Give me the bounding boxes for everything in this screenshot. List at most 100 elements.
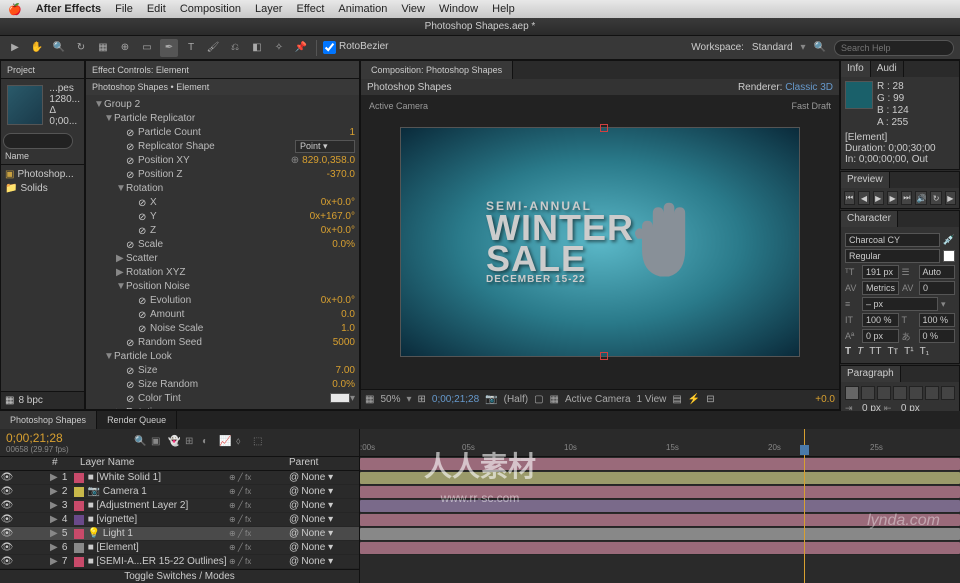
effect-property-row[interactable]: ▼Particle Look: [90, 349, 355, 363]
twirl-icon[interactable]: ▼: [116, 183, 126, 194]
label-color[interactable]: [74, 557, 84, 567]
label-color[interactable]: [74, 473, 84, 483]
menu-effect[interactable]: Effect: [296, 3, 324, 15]
toggle-switches-button[interactable]: Toggle Switches / Modes: [124, 571, 235, 582]
stopwatch-icon[interactable]: ⊘: [138, 296, 147, 305]
effect-property-row[interactable]: ⊘Size7.00: [90, 363, 355, 377]
workspace-dropdown[interactable]: Standard: [752, 42, 793, 53]
panbehind-tool-icon[interactable]: ⊕: [116, 39, 134, 57]
faux-bold-button[interactable]: T: [845, 346, 851, 357]
parent-dropdown[interactable]: None ▾: [301, 472, 333, 483]
first-frame-button[interactable]: ⏮: [844, 191, 855, 205]
parent-pickwhip-icon[interactable]: @: [289, 514, 299, 525]
effect-property-row[interactable]: ▶Scatter: [90, 251, 355, 265]
effect-property-row[interactable]: ⊘Position XY⊕829.0,358.0: [90, 153, 355, 167]
smallcaps-button[interactable]: Tᴛ: [887, 346, 898, 357]
superscript-button[interactable]: T¹: [904, 346, 913, 357]
effect-property-row[interactable]: ⊘Scale0.0%: [90, 237, 355, 251]
visibility-toggle[interactable]: 👁: [0, 514, 14, 525]
layer-switches[interactable]: ⊕ ╱ fx: [229, 501, 289, 510]
selection-tool-icon[interactable]: ▶: [6, 39, 24, 57]
project-item[interactable]: ▣Photoshop...: [3, 167, 82, 181]
baseline-input[interactable]: 0 px: [862, 329, 899, 343]
effect-property-row[interactable]: ⊘Amount0.0: [90, 307, 355, 321]
align-left-button[interactable]: [845, 386, 859, 400]
res-icon[interactable]: ⊞: [418, 394, 426, 405]
justify-last-right-button[interactable]: [925, 386, 939, 400]
next-frame-button[interactable]: ▶: [887, 191, 898, 205]
layer-row[interactable]: 👁▶5💡 Light 1⊕ ╱ fx@ None ▾: [0, 527, 359, 541]
parent-pickwhip-icon[interactable]: @: [289, 556, 299, 567]
current-time-indicator[interactable]: [804, 429, 805, 583]
project-tab[interactable]: Project: [1, 61, 84, 79]
property-value[interactable]: 0x+167.0°: [310, 211, 355, 222]
motion-blur-icon[interactable]: ◐: [202, 436, 216, 450]
effect-property-row[interactable]: ⊘Position Z-370.0: [90, 167, 355, 181]
justify-all-button[interactable]: [941, 386, 955, 400]
color-swatch[interactable]: [330, 393, 350, 403]
label-color[interactable]: [74, 515, 84, 525]
camera-tool-icon[interactable]: ▦: [94, 39, 112, 57]
effect-property-row[interactable]: ⊘Noise Scale1.0: [90, 321, 355, 335]
leading-input[interactable]: Auto: [919, 265, 956, 279]
comp-viewer[interactable]: Active Camera Fast Draft SEMI-ANNUAL WIN…: [361, 95, 839, 389]
parent-col[interactable]: Parent: [289, 457, 359, 470]
zoom-dropdown[interactable]: 50%: [380, 394, 400, 405]
visibility-toggle[interactable]: 👁: [0, 528, 14, 539]
roto-tool-icon[interactable]: ✧: [270, 39, 288, 57]
menu-layer[interactable]: Layer: [255, 3, 283, 15]
effect-property-row[interactable]: ▼Position Noise: [90, 279, 355, 293]
project-item[interactable]: 📁Solids: [3, 181, 82, 195]
paragraph-tab[interactable]: Paragraph: [841, 366, 901, 382]
kerning-dropdown[interactable]: Metrics: [862, 281, 899, 295]
property-value[interactable]: 0.0%: [332, 379, 355, 390]
type-tool-icon[interactable]: T: [182, 39, 200, 57]
menu-composition[interactable]: Composition: [180, 3, 241, 15]
visibility-toggle[interactable]: 👁: [0, 486, 14, 497]
rotobezier-checkbox[interactable]: RotoBezier: [323, 41, 388, 54]
stopwatch-icon[interactable]: ⊘: [138, 226, 147, 235]
parent-dropdown[interactable]: None ▾: [301, 500, 333, 511]
layer-track[interactable]: [360, 541, 960, 555]
stopwatch-icon[interactable]: ⊘: [126, 128, 135, 137]
property-value[interactable]: 0x+0.0°: [321, 295, 355, 306]
parent-dropdown[interactable]: None ▾: [301, 556, 333, 567]
timeline-tab[interactable]: Photoshop Shapes: [0, 411, 97, 429]
search-help-input[interactable]: [834, 40, 954, 56]
property-value[interactable]: 5000: [333, 337, 355, 348]
layer-switches[interactable]: ⊕ ╱ fx: [229, 529, 289, 538]
parent-pickwhip-icon[interactable]: @: [289, 472, 299, 483]
effect-property-row[interactable]: ▼Particle Replicator: [90, 111, 355, 125]
audio-tab[interactable]: Audi: [871, 61, 904, 77]
fast-draft-label[interactable]: Fast Draft: [791, 101, 831, 111]
hscale-input[interactable]: 100 %: [919, 313, 956, 327]
layer-switches[interactable]: ⊕ ╱ fx: [229, 487, 289, 496]
effect-property-row[interactable]: ⊘Evolution0x+0.0°: [90, 293, 355, 307]
label-color[interactable]: [74, 501, 84, 511]
visibility-toggle[interactable]: 👁: [0, 542, 14, 553]
bpc-toggle[interactable]: 8 bpc: [18, 395, 42, 406]
effect-property-row[interactable]: ▶Rotation XYZ: [90, 265, 355, 279]
parent-pickwhip-icon[interactable]: @: [289, 500, 299, 511]
property-value[interactable]: 1.0: [341, 323, 355, 334]
timeline-icon[interactable]: ⊟: [706, 394, 714, 405]
twirl-icon[interactable]: ▼: [94, 99, 104, 110]
apple-icon[interactable]: 🍎: [8, 3, 22, 16]
snapshot-icon[interactable]: 📷: [485, 394, 497, 405]
effect-property-row[interactable]: ⊘Replicator ShapePoint ▾: [90, 139, 355, 153]
interpret-icon[interactable]: ▦: [5, 395, 14, 406]
visibility-toggle[interactable]: 👁: [0, 472, 14, 483]
stopwatch-icon[interactable]: ⊘: [138, 324, 147, 333]
allcaps-button[interactable]: TT: [869, 346, 881, 357]
effect-property-row[interactable]: ⊘Color Tint ▾: [90, 391, 355, 405]
renderer-dropdown[interactable]: Classic 3D: [785, 82, 833, 93]
tracking-input[interactable]: 0: [919, 281, 955, 295]
vscale-input[interactable]: 100 %: [862, 313, 899, 327]
effect-property-row[interactable]: ⊘Z0x+0.0°: [90, 223, 355, 237]
shy-icon[interactable]: 👻: [168, 436, 182, 450]
stopwatch-icon[interactable]: ⊘: [138, 198, 147, 207]
effect-property-row[interactable]: ⊘Size Random0.0%: [90, 377, 355, 391]
layer-row[interactable]: 👁▶4■ [vignette]⊕ ╱ fx@ None ▾: [0, 513, 359, 527]
fast-preview-icon[interactable]: ⚡: [688, 394, 700, 405]
brainstorm-icon[interactable]: ⬨: [236, 436, 250, 450]
